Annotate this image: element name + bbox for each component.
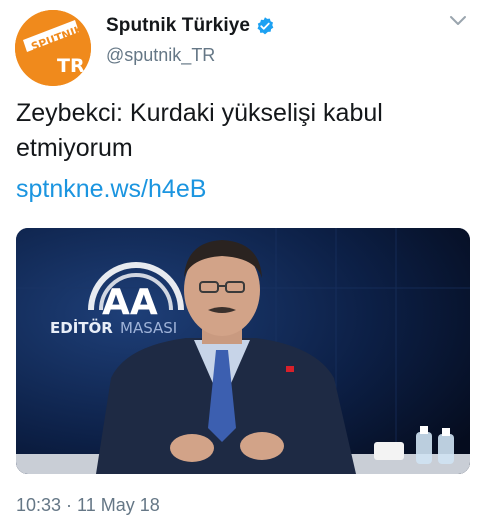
avatar-tr-text: TR [57, 55, 85, 77]
display-name-row: Sputnik Türkiye [106, 14, 275, 38]
backdrop-text-bold: EDİTÖR [50, 318, 113, 337]
tweet-card: SPUTNIK TR Sputnik Türkiye @sputnik_TR Z… [0, 0, 486, 527]
backdrop-text-light: MASASI [120, 319, 177, 337]
tweet-text: Zeybekci: Kurdaki yükselişi kabul etmiyo… [16, 96, 476, 166]
verified-badge-icon [255, 16, 275, 36]
display-name[interactable]: Sputnik Türkiye [106, 15, 250, 37]
tweet-text-line-1: Zeybekci: Kurdaki yükselişi kabul [16, 99, 383, 127]
timestamp[interactable]: 10:33 · 11 May 18 [16, 495, 160, 516]
handle[interactable]: @sputnik_TR [106, 45, 275, 66]
tweet-text-line-2: etmiyorum [16, 134, 133, 162]
chevron-down-icon[interactable] [448, 14, 468, 28]
avatar[interactable]: SPUTNIK TR [15, 10, 91, 86]
media-image[interactable]: AA EDİTÖR MASASI [16, 228, 470, 474]
aa-logo-text: AA [102, 282, 158, 323]
author-block: Sputnik Türkiye @sputnik_TR [106, 14, 275, 66]
tweet-link[interactable]: sptnkne.ws/h4eB [16, 172, 206, 207]
